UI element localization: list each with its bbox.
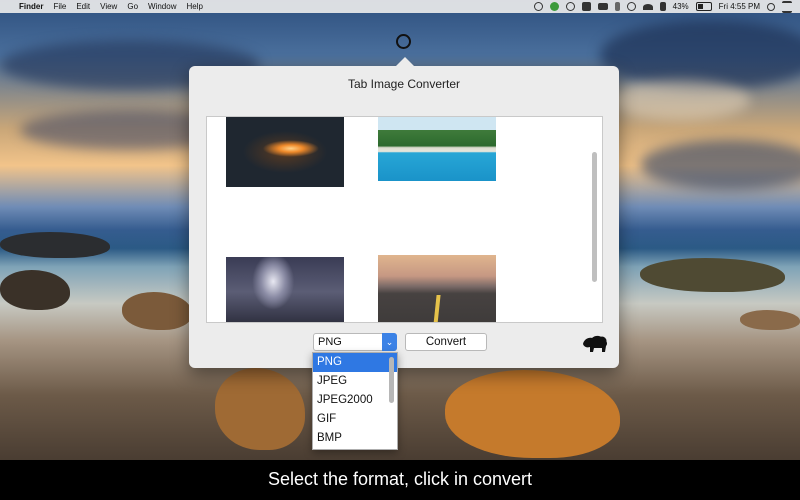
popover-title: Tab Image Converter (347, 77, 461, 91)
dropdown-scrollbar[interactable] (389, 357, 394, 403)
format-select-value: PNG (318, 336, 342, 348)
menu-bar: Finder File Edit View Go Window Help 43%… (0, 0, 800, 13)
menu-go[interactable]: Go (127, 0, 138, 13)
eye-icon[interactable] (565, 2, 575, 11)
format-dropdown: PNG JPEG JPEG2000 GIF BMP (312, 352, 398, 450)
clock[interactable]: Fri 4:55 PM (719, 2, 760, 11)
image-grid (206, 116, 603, 323)
thumbnail-road[interactable] (378, 255, 496, 322)
lion-icon (583, 335, 607, 352)
menu-window[interactable]: Window (148, 0, 176, 13)
thumbnail-pool[interactable] (378, 117, 496, 181)
format-option-gif[interactable]: GIF (313, 410, 397, 429)
notification-center-icon[interactable] (782, 0, 792, 13)
wifi-icon[interactable] (642, 3, 653, 10)
format-select[interactable]: PNG ⌄ (313, 333, 397, 351)
menu-edit[interactable]: Edit (76, 0, 90, 13)
bluetooth-icon[interactable] (614, 2, 620, 11)
volume-icon[interactable] (659, 2, 666, 11)
format-option-jpeg2000[interactable]: JPEG2000 (313, 391, 397, 410)
format-option-bmp[interactable]: BMP (313, 429, 397, 448)
thumbnail-lightning[interactable] (226, 257, 344, 322)
camera-icon[interactable] (597, 3, 608, 10)
thumbnail-sparkler[interactable] (226, 117, 344, 187)
battery-icon[interactable] (695, 2, 712, 11)
menu-view[interactable]: View (100, 0, 117, 13)
menu-file[interactable]: File (53, 0, 66, 13)
menu-help[interactable]: Help (186, 0, 202, 13)
caption-text: Select the format, click in convert (267, 469, 533, 489)
menu-app-name[interactable]: Finder (19, 0, 43, 13)
search-icon[interactable] (767, 2, 775, 11)
battery-percent: 43% (672, 2, 689, 11)
time-machine-icon[interactable] (626, 2, 636, 11)
converter-popover: Tab Image Converter PNG ⌄ Convert (189, 57, 619, 368)
sync-icon[interactable] (533, 2, 543, 11)
chrome-icon[interactable] (549, 2, 559, 11)
elephant-icon[interactable] (581, 2, 591, 11)
caption-bar: Select the format, click in convert (0, 460, 800, 500)
format-option-png[interactable]: PNG (313, 353, 397, 372)
menu-extras: 43% Fri 4:55 PM (533, 0, 792, 13)
grid-scrollbar[interactable] (592, 152, 597, 282)
format-option-jpeg[interactable]: JPEG (313, 372, 397, 391)
convert-button[interactable]: Convert (405, 333, 487, 351)
chevron-down-icon[interactable]: ⌄ (382, 333, 397, 351)
converter-status-icon[interactable] (396, 34, 411, 49)
